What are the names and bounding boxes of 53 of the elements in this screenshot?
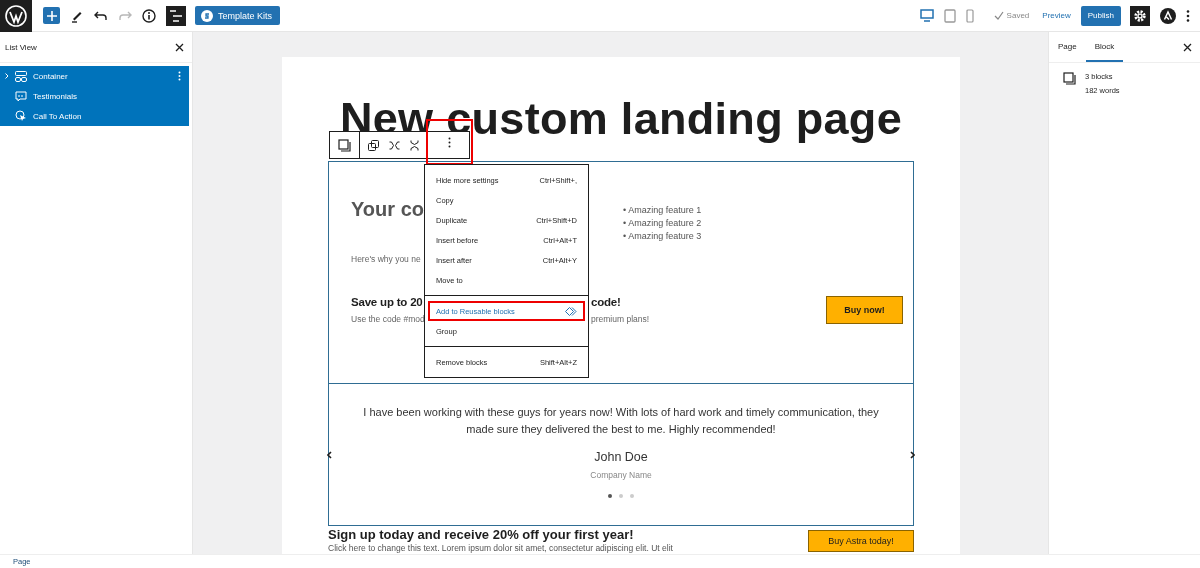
layout-icon <box>15 70 27 82</box>
more-options-icon <box>448 136 451 148</box>
horizontal-align-icon[interactable] <box>389 140 400 150</box>
testimonial-name: John Doe <box>594 450 648 464</box>
vertical-align-icon[interactable] <box>410 139 419 151</box>
offer-heading: Save up to 20 <box>351 296 423 308</box>
feature-item: • Amazing feature 1 <box>623 204 702 217</box>
cursor-click-icon <box>15 110 27 122</box>
carousel-dot[interactable] <box>630 494 634 498</box>
feature-item: • Amazing feature 2 <box>623 217 702 230</box>
check-icon <box>993 11 1004 20</box>
list-view-item[interactable]: Container <box>0 66 189 86</box>
offer-text: Use the code #mod <box>351 314 425 324</box>
wordpress-logo[interactable] <box>0 0 32 32</box>
company-name: Company Name <box>590 470 652 480</box>
kits-logo-icon <box>201 9 213 22</box>
saved-status: Saved <box>993 11 1030 20</box>
diamond-icon <box>565 306 577 316</box>
settings-button[interactable] <box>1130 5 1150 26</box>
list-view-item[interactable]: Testimonials <box>0 86 189 106</box>
quote-bubble-icon <box>15 90 27 102</box>
copy-icon[interactable] <box>368 139 379 151</box>
buy-now-button[interactable]: Buy now! <box>826 296 903 324</box>
blocks-icon[interactable] <box>338 138 351 152</box>
feature-item: • Amazing feature 3 <box>623 230 702 243</box>
sidebar-tab[interactable]: Block <box>1085 32 1124 62</box>
list-view-item[interactable]: Call To Action <box>0 106 189 126</box>
intro-text: Here's why you ne <box>351 254 421 264</box>
carousel-dot[interactable] <box>619 494 623 498</box>
buy-astra-button[interactable]: Buy Astra today! <box>808 530 914 552</box>
sidebar-tab[interactable]: Page <box>1049 32 1086 62</box>
close-icon[interactable] <box>175 42 184 52</box>
offer-heading: code! <box>591 296 621 308</box>
chevron-icon[interactable] <box>5 73 9 79</box>
list-view-button[interactable] <box>166 5 186 26</box>
add-block-button[interactable] <box>43 7 60 24</box>
blocks-icon <box>1063 72 1076 85</box>
list-view-title: List View <box>5 42 37 52</box>
undo-icon[interactable] <box>94 9 108 22</box>
offer-text: premium plans! <box>591 314 650 324</box>
hero-heading: Your co <box>351 198 424 221</box>
astra-logo-icon[interactable] <box>1160 7 1176 24</box>
testimonial-quote: I have been working with these guys for years now! With lots of hard work and timely communication, they made sure they delivered the best to me. Highly recommended! <box>362 405 880 437</box>
preview-link[interactable]: Preview <box>1042 11 1071 20</box>
cta-heading: Sign up today and receive 20% off your first year! <box>328 527 635 542</box>
cta-text: Click here to change this text. Lorem ipsum dolor sit amet, consectetur adipiscing elit. Ut elit <box>328 543 674 554</box>
desktop-icon[interactable] <box>919 9 934 22</box>
template-kits-button[interactable]: Template Kits <box>195 6 281 25</box>
carousel-dot[interactable] <box>608 494 612 498</box>
publish-button[interactable]: Publish <box>1080 5 1121 26</box>
close-icon[interactable] <box>1183 42 1192 52</box>
more-options-icon[interactable] <box>1186 8 1190 23</box>
info-icon[interactable] <box>142 8 156 23</box>
